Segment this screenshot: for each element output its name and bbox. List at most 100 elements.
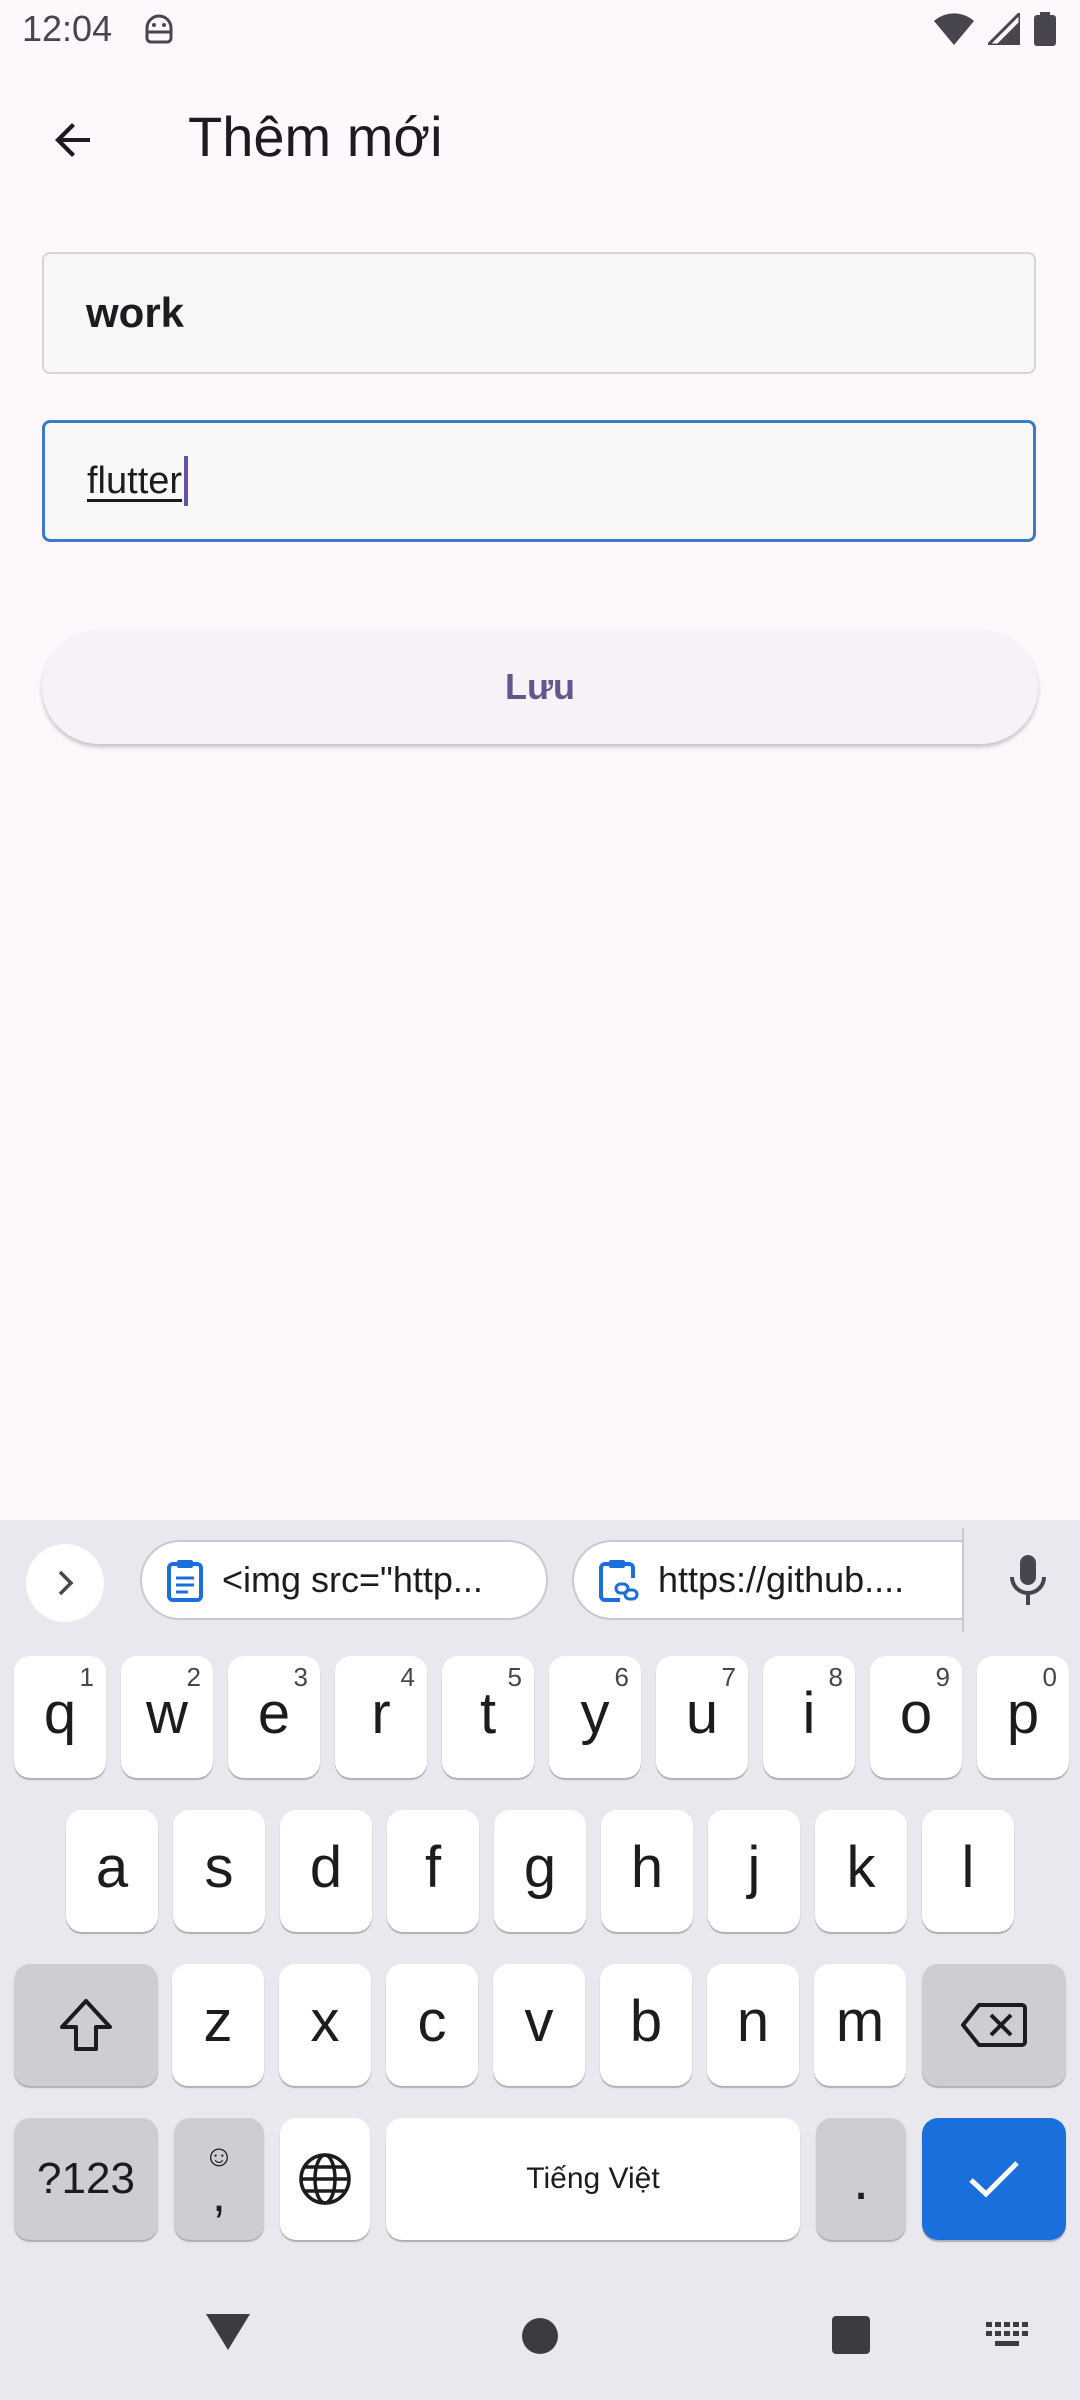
key-label: z xyxy=(203,1988,233,2054)
key-r[interactable]: r4 xyxy=(335,1656,427,1778)
battery-icon xyxy=(1034,12,1056,46)
clipboard-link-icon xyxy=(599,1560,639,1602)
key-hint: 1 xyxy=(79,1662,94,1692)
space-key[interactable]: Tiếng Việt xyxy=(386,2118,800,2240)
symbols-key[interactable]: ?123 xyxy=(14,2118,158,2240)
key-x[interactable]: x xyxy=(279,1964,371,2086)
clipboard-suggestion-2-text: https://github.... xyxy=(658,1559,905,1600)
key-label: m xyxy=(835,1988,885,2054)
globe-icon xyxy=(299,2153,351,2205)
key-n[interactable]: n xyxy=(707,1964,799,2086)
key-label: d xyxy=(309,1834,343,1900)
key-o[interactable]: o9 xyxy=(870,1656,962,1778)
key-a[interactable]: a xyxy=(66,1810,158,1932)
keyboard xyxy=(0,1520,1080,2400)
key-g[interactable]: g xyxy=(494,1810,586,1932)
microphone-icon xyxy=(1010,1555,1046,1605)
key-p[interactable]: p0 xyxy=(977,1656,1069,1778)
language-key[interactable] xyxy=(280,2118,370,2240)
key-label: e xyxy=(257,1680,291,1746)
voice-input-button[interactable] xyxy=(1000,1548,1056,1614)
key-label: s xyxy=(204,1834,234,1900)
nav-back-icon xyxy=(206,2314,250,2350)
key-l[interactable]: l xyxy=(922,1810,1014,1932)
key-hint: 4 xyxy=(400,1662,415,1692)
key-label: o xyxy=(899,1680,933,1746)
key-label: r xyxy=(371,1680,391,1746)
done-key[interactable] xyxy=(922,2118,1066,2240)
keyboard-switch-button[interactable] xyxy=(986,2322,1030,2353)
tag-input[interactable]: flutter xyxy=(42,420,1036,542)
key-label: x xyxy=(310,1988,340,2054)
backspace-key[interactable] xyxy=(922,1964,1066,2086)
key-label: i xyxy=(802,1680,816,1746)
key-e[interactable]: e3 xyxy=(228,1656,320,1778)
emoji-comma-key[interactable]: ☺ , xyxy=(174,2118,264,2240)
key-i[interactable]: i8 xyxy=(763,1656,855,1778)
key-label: g xyxy=(523,1834,557,1900)
title-input[interactable]: work xyxy=(42,252,1036,374)
key-label: p xyxy=(1006,1680,1040,1746)
key-f[interactable]: f xyxy=(387,1810,479,1932)
key-d[interactable]: d xyxy=(280,1810,372,1932)
key-t[interactable]: t5 xyxy=(442,1656,534,1778)
shift-key[interactable] xyxy=(14,1964,158,2086)
key-w[interactable]: w2 xyxy=(121,1656,213,1778)
key-label: b xyxy=(629,1988,663,2054)
key-hint: 0 xyxy=(1042,1662,1057,1692)
key-label: u xyxy=(685,1680,719,1746)
android-icon xyxy=(142,12,176,48)
clipboard-icon xyxy=(167,1560,203,1602)
key-c[interactable]: c xyxy=(386,1964,478,2086)
key-j[interactable]: j xyxy=(708,1810,800,1932)
key-v[interactable]: v xyxy=(493,1964,585,2086)
key-label: h xyxy=(630,1834,664,1900)
key-label: c xyxy=(417,1988,447,2054)
key-label: y xyxy=(580,1680,610,1746)
nav-recents-button[interactable] xyxy=(832,2316,870,2354)
clipboard-suggestion-1-text: <img src="http... xyxy=(222,1559,483,1600)
key-z[interactable]: z xyxy=(172,1964,264,2086)
comma-label: , xyxy=(212,2166,226,2222)
key-label: a xyxy=(95,1834,129,1900)
backspace-icon xyxy=(961,2003,1027,2047)
arrow-back-icon xyxy=(55,123,90,157)
key-h[interactable]: h xyxy=(601,1810,693,1932)
key-hint: 7 xyxy=(721,1662,736,1692)
key-label: j xyxy=(747,1834,761,1900)
period-key[interactable]: . xyxy=(816,2118,906,2240)
key-q[interactable]: q1 xyxy=(14,1656,106,1778)
status-time: 12:04 xyxy=(22,8,113,49)
key-k[interactable]: k xyxy=(815,1810,907,1932)
key-hint: 9 xyxy=(935,1662,950,1692)
keyboard-expand-button[interactable] xyxy=(26,1544,104,1622)
key-hint: 2 xyxy=(186,1662,201,1692)
tag-input-value: flutter xyxy=(87,459,183,502)
key-hint: 5 xyxy=(507,1662,522,1692)
signal-icon xyxy=(988,13,1020,45)
clipboard-suggestion-1[interactable]: <img src="http... xyxy=(140,1540,548,1620)
key-label: f xyxy=(424,1834,442,1900)
key-u[interactable]: u7 xyxy=(656,1656,748,1778)
key-label: k xyxy=(846,1834,876,1900)
key-hint: 3 xyxy=(293,1662,308,1692)
nav-home-button[interactable] xyxy=(522,2318,558,2354)
back-button[interactable] xyxy=(32,98,116,182)
page-title: Thêm mới xyxy=(188,105,443,168)
key-hint: 6 xyxy=(614,1662,629,1692)
keyboard-icon xyxy=(986,2322,1028,2346)
clipboard-suggestion-2[interactable]: https://github.... xyxy=(572,1540,964,1620)
nav-back-button[interactable] xyxy=(204,2312,252,2357)
key-label: v xyxy=(524,1988,554,2054)
key-s[interactable]: s xyxy=(173,1810,265,1932)
text-caret xyxy=(184,456,189,506)
save-button[interactable]: Lưu xyxy=(42,630,1038,744)
key-label: t xyxy=(479,1680,497,1746)
chevron-right-icon xyxy=(58,1570,74,1596)
title-input-value: work xyxy=(86,289,185,336)
key-m[interactable]: m xyxy=(814,1964,906,2086)
key-b[interactable]: b xyxy=(600,1964,692,2086)
suggestion-divider xyxy=(962,1528,964,1632)
key-y[interactable]: y6 xyxy=(549,1656,641,1778)
key-hint: 8 xyxy=(828,1662,843,1692)
